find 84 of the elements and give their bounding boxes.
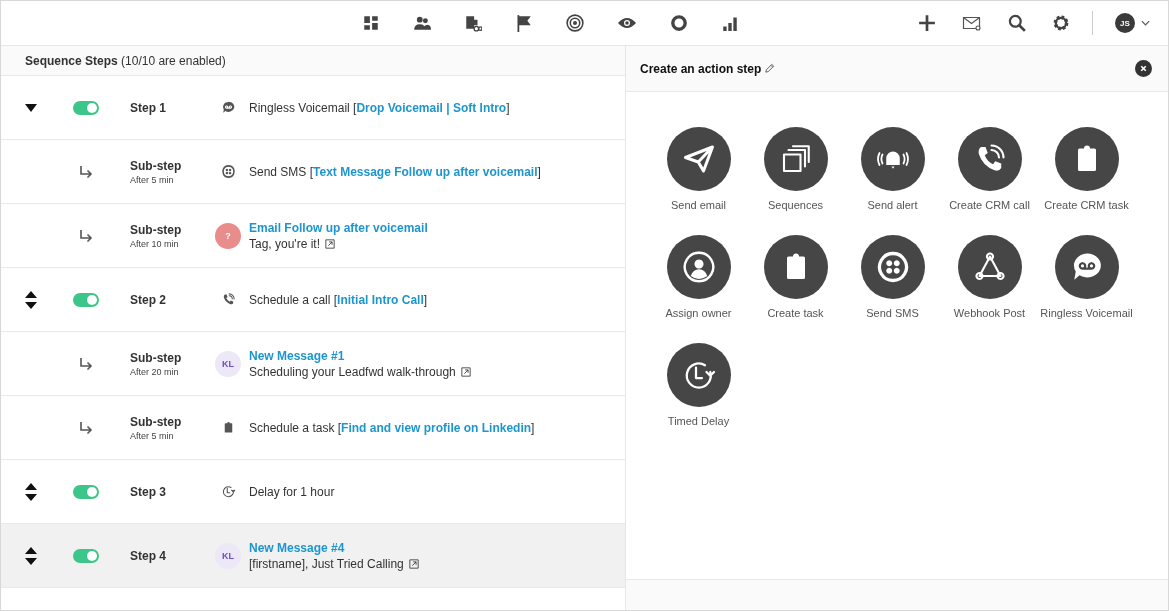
paper-plane-icon bbox=[666, 127, 731, 191]
person-icon bbox=[666, 235, 731, 299]
bell-icon bbox=[860, 127, 925, 191]
reorder-handle-icon[interactable] bbox=[25, 290, 37, 309]
stacked-squares-icon bbox=[763, 127, 828, 191]
enable-toggle[interactable] bbox=[73, 100, 99, 115]
external-link-icon[interactable] bbox=[325, 238, 335, 249]
target-icon[interactable] bbox=[566, 14, 584, 32]
enable-toggle[interactable] bbox=[73, 292, 99, 307]
close-icon bbox=[1139, 64, 1148, 73]
action-tile[interactable]: Create CRM task bbox=[1038, 127, 1135, 235]
step-label: Step 4 bbox=[130, 548, 167, 563]
action-tile[interactable]: Send email bbox=[650, 127, 747, 235]
step-label: Step 2 bbox=[130, 292, 167, 307]
building-icon[interactable] bbox=[464, 14, 482, 32]
settings-icon[interactable] bbox=[1052, 14, 1070, 32]
dashboard-icon[interactable] bbox=[362, 14, 380, 32]
mail-icon[interactable] bbox=[962, 15, 982, 31]
external-link-icon[interactable] bbox=[408, 558, 419, 569]
clipboard-icon bbox=[1054, 127, 1119, 191]
action-tile[interactable]: Webhook Post bbox=[941, 235, 1038, 343]
four-dots-icon bbox=[860, 235, 925, 299]
action-description: Ringless Voicemail [Drop Voicemail | Soft Intro] bbox=[249, 100, 511, 115]
avatar: KL bbox=[215, 350, 241, 377]
action-tile[interactable]: Create task bbox=[747, 235, 844, 343]
action-tile[interactable]: Send alert bbox=[844, 127, 941, 235]
reorder-handle-icon[interactable] bbox=[25, 482, 37, 501]
step-label: Sub-step bbox=[130, 158, 183, 173]
action-tile[interactable]: Sequences bbox=[747, 127, 844, 235]
user-menu-button[interactable]: JS bbox=[1115, 13, 1150, 33]
four-dots-icon bbox=[220, 164, 236, 179]
action-description: Delay for 1 hour bbox=[249, 484, 336, 499]
flag-icon[interactable] bbox=[515, 14, 533, 32]
pencil-icon[interactable] bbox=[764, 63, 776, 74]
enable-toggle[interactable] bbox=[73, 548, 99, 563]
voicemail-icon bbox=[1054, 235, 1119, 299]
delay-label: After 20 min bbox=[130, 366, 180, 377]
external-link-icon[interactable] bbox=[460, 366, 471, 377]
delay-label: After 5 min bbox=[130, 174, 175, 185]
collapse-caret-icon[interactable] bbox=[25, 103, 37, 112]
sub-step-arrow-icon bbox=[79, 228, 93, 243]
sub-step-arrow-icon bbox=[79, 164, 93, 179]
delay-label: After 5 min bbox=[130, 430, 175, 441]
plus-icon[interactable] bbox=[918, 14, 936, 32]
sub-step-arrow-icon bbox=[79, 356, 93, 371]
voicemail-icon bbox=[220, 100, 236, 115]
delay-label: After 10 min bbox=[130, 238, 180, 249]
clipboard-icon bbox=[763, 235, 828, 299]
action-tile[interactable]: Create CRM call bbox=[941, 127, 1038, 235]
action-tile[interactable]: Timed Delay bbox=[650, 343, 747, 451]
step-row[interactable]: Step 4 KL New Message #4 [firstname], Just Tried Calling bbox=[1, 524, 625, 588]
people-icon[interactable] bbox=[413, 14, 431, 32]
step-label: Sub-step bbox=[130, 222, 183, 237]
avatar: ? bbox=[215, 222, 241, 249]
step-label: Step 1 bbox=[130, 100, 167, 115]
phone-icon bbox=[957, 127, 1022, 191]
triangle-nodes-icon bbox=[957, 235, 1022, 299]
action-tile[interactable]: Assign owner bbox=[650, 235, 747, 343]
message-subject: Tag, you're it! bbox=[249, 236, 320, 251]
clock-icon bbox=[666, 343, 731, 407]
ring-icon[interactable] bbox=[670, 14, 688, 32]
close-button[interactable] bbox=[1135, 60, 1152, 77]
enable-toggle[interactable] bbox=[73, 484, 99, 499]
user-avatar: JS bbox=[1115, 13, 1135, 33]
reorder-handle-icon[interactable] bbox=[25, 546, 37, 565]
action-description: Schedule a call [Initial Intro Call] bbox=[249, 292, 429, 307]
action-tile[interactable]: Send SMS bbox=[844, 235, 941, 343]
sequence-steps-heading: Sequence Steps (10/10 are enabled) bbox=[25, 53, 226, 68]
search-icon[interactable] bbox=[1008, 14, 1026, 32]
action-description: Schedule a task [Find and view profile on Linkedin] bbox=[249, 420, 536, 435]
message-subject: Scheduling your Leadfwd walk-through bbox=[249, 364, 456, 379]
avatar: KL bbox=[215, 542, 241, 569]
step-label: Step 3 bbox=[130, 484, 167, 499]
clock-icon bbox=[220, 484, 236, 499]
action-description: Send SMS [Text Message Follow up after voicemail] bbox=[249, 164, 542, 179]
step-label: Sub-step bbox=[130, 350, 183, 365]
chevron-down-icon bbox=[1141, 20, 1150, 26]
panel-title: Create an action step bbox=[640, 61, 762, 76]
bar-chart-icon[interactable] bbox=[721, 14, 739, 32]
eye-icon[interactable] bbox=[617, 17, 637, 29]
action-tile[interactable]: Ringless Voicemail bbox=[1038, 235, 1135, 343]
step-label: Sub-step bbox=[130, 414, 183, 429]
message-subject: [firstname], Just Tried Calling bbox=[249, 556, 404, 571]
sub-step-arrow-icon bbox=[79, 420, 93, 435]
